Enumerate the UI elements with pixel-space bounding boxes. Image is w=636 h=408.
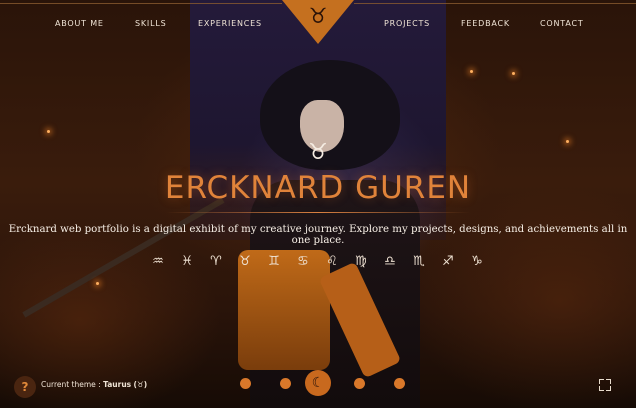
sparkle [566, 140, 569, 143]
carousel-dot[interactable] [240, 378, 251, 389]
zodiac-selector: ♒ ♓ ♈ ♉ ♊ ♋ ♌ ♍ ♎ ♏ ♐ ♑ [147, 253, 493, 271]
virgo-icon[interactable]: ♍ [350, 253, 372, 271]
carousel-dot-active[interactable]: ☾ [305, 370, 331, 396]
carousel-dot[interactable] [394, 378, 405, 389]
pisces-icon[interactable]: ♓ [176, 253, 198, 271]
top-navigation: ABOUT ME SKILLS EXPERIENCES PROJECTS FEE… [0, 0, 636, 50]
title-divider [166, 212, 470, 213]
aries-icon[interactable]: ♈ [205, 253, 227, 271]
nav-feedback-link[interactable]: FEEDBACK [461, 19, 510, 28]
nav-about-me-link[interactable]: ABOUT ME [55, 19, 104, 28]
leo-icon[interactable]: ♌ [321, 253, 343, 271]
libra-icon[interactable]: ♎ [379, 253, 401, 271]
nav-experiences-link[interactable]: EXPERIENCES [198, 19, 262, 28]
sparkle [96, 282, 99, 285]
theme-label: Current theme : [41, 380, 101, 389]
taurus-icon[interactable]: ♉ [306, 4, 330, 28]
nav-contact-link[interactable]: CONTACT [540, 19, 584, 28]
moon-icon: ☾ [311, 375, 325, 391]
nav-divider [354, 3, 636, 4]
hero-description: Ercknard web portfolio is a digital exhi… [8, 224, 628, 246]
nav-skills-link[interactable]: SKILLS [135, 19, 166, 28]
fullscreen-icon[interactable] [599, 379, 611, 391]
nav-divider [0, 3, 282, 4]
taurus-icon[interactable]: ♉ [234, 253, 256, 271]
hero-title: ERCKNARD GUREN [164, 170, 472, 206]
gemini-icon[interactable]: ♊ [263, 253, 285, 271]
help-button[interactable]: ? [14, 376, 36, 398]
capricorn-icon[interactable]: ♑ [466, 253, 488, 271]
carousel-dot[interactable] [354, 378, 365, 389]
taurus-icon: (♉) [133, 380, 148, 389]
sparkle [512, 72, 515, 75]
cancer-icon[interactable]: ♋ [292, 253, 314, 271]
current-theme-indicator: Current theme : Taurus (♉) [41, 380, 147, 389]
aquarius-icon[interactable]: ♒ [147, 253, 169, 271]
theme-value: Taurus [103, 380, 132, 389]
nav-projects-link[interactable]: PROJECTS [384, 19, 430, 28]
carousel-dot[interactable] [280, 378, 291, 389]
scorpio-icon[interactable]: ♏ [408, 253, 430, 271]
sparkle [47, 130, 50, 133]
taurus-icon: ♉ [308, 140, 328, 165]
sagittarius-icon[interactable]: ♐ [437, 253, 459, 271]
sparkle [470, 70, 473, 73]
